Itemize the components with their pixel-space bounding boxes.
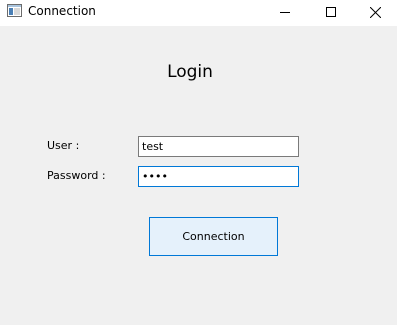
user-label: User : <box>47 139 80 152</box>
login-heading: Login <box>167 62 213 82</box>
minimize-button[interactable] <box>262 0 308 24</box>
close-button[interactable] <box>352 0 397 24</box>
maximize-button[interactable] <box>308 0 354 24</box>
window-title: Connection <box>28 4 96 18</box>
password-input[interactable] <box>138 166 299 187</box>
title-bar[interactable]: Connection <box>0 0 397 26</box>
minimize-icon <box>280 12 290 13</box>
connection-button[interactable]: Connection <box>149 217 278 256</box>
maximize-icon <box>326 7 336 17</box>
app-window-icon <box>7 4 22 17</box>
user-input[interactable] <box>138 136 299 157</box>
password-label: Password : <box>47 169 106 182</box>
close-icon <box>369 6 381 18</box>
